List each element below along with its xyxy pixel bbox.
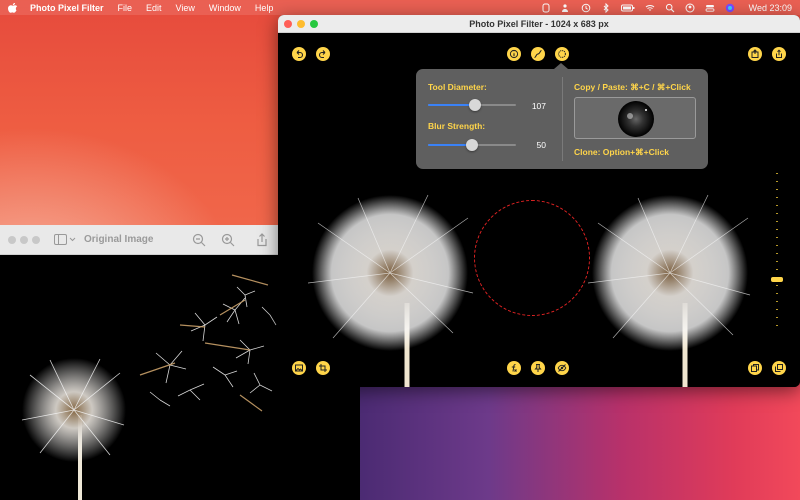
brush-preview-image — [618, 101, 654, 137]
blur-strength-slider[interactable] — [428, 139, 516, 151]
zoom-slider-ticks — [776, 173, 778, 333]
copy-icon — [751, 364, 759, 372]
people-icon[interactable] — [561, 3, 571, 13]
original-window-title: Original Image — [84, 234, 154, 245]
original-window-traffic-lights — [8, 235, 40, 244]
share-icon[interactable] — [255, 233, 269, 247]
slider-thumb[interactable] — [468, 99, 481, 111]
hide-button[interactable] — [555, 361, 569, 375]
tool-diameter-label: Tool Diameter: — [428, 82, 487, 92]
image-icon — [295, 364, 303, 372]
close-button[interactable] — [284, 19, 292, 28]
brush-settings-popover: Tool Diameter: 107 Blur Strength: 50 Cop… — [416, 63, 708, 169]
ear-icon[interactable] — [541, 3, 551, 13]
popover-arrow — [554, 63, 568, 69]
brush-circle-icon — [558, 50, 566, 58]
menu-app-name[interactable]: Photo Pixel Filter — [30, 3, 104, 13]
info-button[interactable] — [507, 47, 521, 61]
share-icon — [776, 49, 782, 58]
time-machine-icon[interactable] — [581, 3, 591, 13]
redo-button[interactable] — [316, 47, 330, 61]
export-button[interactable] — [748, 47, 762, 61]
blur-strength-label: Blur Strength: — [428, 121, 486, 131]
menu-bar: Photo Pixel Filter File Edit View Window… — [0, 0, 800, 15]
control-center-icon[interactable] — [705, 3, 715, 13]
crop-button[interactable] — [316, 361, 330, 375]
wifi-icon[interactable] — [645, 3, 655, 13]
bluetooth-icon[interactable] — [601, 2, 611, 13]
info-icon — [509, 49, 519, 59]
tool-diameter-slider[interactable] — [428, 99, 516, 111]
brush-preview — [574, 97, 696, 139]
clone-hint: Clone: Option+⌘+Click — [574, 147, 669, 157]
zoom-button[interactable] — [32, 235, 40, 244]
brush-tool-button[interactable] — [555, 47, 569, 61]
undo-icon — [296, 50, 304, 59]
redo-icon — [318, 50, 326, 59]
slider-thumb[interactable] — [466, 139, 478, 151]
export-icon — [751, 49, 759, 58]
image-button[interactable] — [292, 361, 306, 375]
profile-icon[interactable] — [685, 3, 695, 13]
main-window-titlebar: Photo Pixel Filter - 1024 x 683 px — [278, 15, 800, 33]
duplicate-button[interactable] — [772, 361, 786, 375]
crop-icon — [319, 364, 327, 372]
slider-fill — [428, 104, 475, 106]
menu-help[interactable]: Help — [255, 3, 274, 13]
curve-icon — [534, 49, 542, 59]
function-icon — [511, 364, 517, 372]
zoom-out-icon[interactable] — [192, 233, 206, 247]
minimize-button[interactable] — [297, 19, 305, 28]
curve-tool-button[interactable] — [531, 47, 545, 61]
sidebar-toggle-icon[interactable] — [54, 233, 76, 246]
menu-window[interactable]: Window — [209, 3, 241, 13]
undo-button[interactable] — [292, 47, 306, 61]
zoom-in-icon[interactable] — [221, 233, 235, 247]
main-window-traffic-lights — [278, 19, 318, 28]
menu-edit[interactable]: Edit — [146, 3, 162, 13]
blur-strength-value: 50 — [536, 140, 546, 150]
menu-view[interactable]: View — [176, 3, 195, 13]
tool-diameter-value: 107 — [531, 101, 546, 111]
status-area: Wed 23:09 — [541, 2, 792, 13]
main-window-title: Photo Pixel Filter - 1024 x 683 px — [469, 18, 609, 29]
main-window: Photo Pixel Filter - 1024 x 683 px Tool … — [278, 15, 800, 387]
siri-icon[interactable] — [725, 3, 735, 13]
zoom-slider-knob[interactable] — [771, 277, 783, 282]
copy-paste-hint: Copy / Paste: ⌘+C / ⌘+Click — [574, 82, 691, 92]
menu-file[interactable]: File — [118, 3, 133, 13]
brush-tool-circle[interactable] — [474, 200, 590, 316]
duplicate-icon — [775, 364, 783, 372]
hide-icon — [557, 364, 567, 372]
share-button[interactable] — [772, 47, 786, 61]
battery-icon[interactable] — [620, 3, 635, 13]
spotlight-icon[interactable] — [665, 3, 675, 13]
fullscreen-button[interactable] — [310, 19, 318, 28]
pin-icon — [534, 364, 542, 372]
menubar-clock[interactable]: Wed 23:09 — [749, 3, 792, 13]
zoom-slider[interactable] — [771, 173, 783, 333]
minimize-button[interactable] — [20, 235, 28, 244]
copy-button[interactable] — [748, 361, 762, 375]
pin-button[interactable] — [531, 361, 545, 375]
function-button[interactable] — [507, 361, 521, 375]
wallpaper-gradient — [355, 385, 800, 500]
close-button[interactable] — [8, 235, 16, 244]
apple-menu-icon[interactable] — [8, 2, 18, 13]
popover-divider — [562, 77, 563, 161]
